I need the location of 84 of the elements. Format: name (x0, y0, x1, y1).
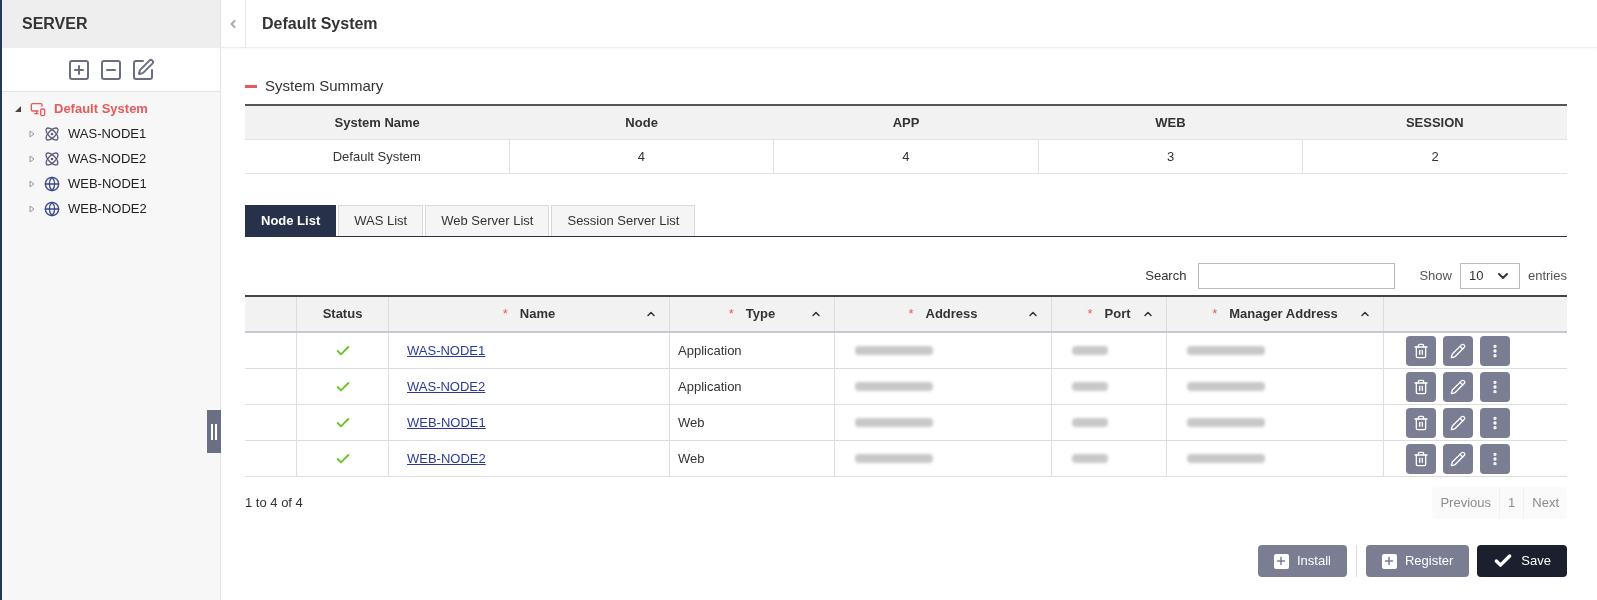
delete-button[interactable] (1406, 407, 1436, 438)
node-link[interactable]: WAS-NODE2 (407, 376, 486, 397)
more-button[interactable] (1480, 407, 1510, 438)
node-link[interactable]: WAS-NODE1 (407, 340, 486, 361)
delete-button[interactable] (1406, 335, 1436, 366)
more-button[interactable] (1480, 335, 1510, 366)
column-header[interactable]: * Port (1051, 297, 1166, 331)
required-asterisk: * (728, 305, 734, 324)
table-cell: Application (669, 333, 834, 368)
plus-icon (1381, 553, 1397, 569)
node-link[interactable]: WEB-NODE1 (407, 412, 486, 433)
column-header[interactable]: * Type (669, 297, 834, 331)
table-cell-text: Default System (331, 147, 422, 166)
table-cell: Application (669, 369, 834, 404)
table-cell: 2 (1302, 140, 1567, 173)
edit-button[interactable] (1443, 371, 1473, 402)
pencil-icon (1450, 342, 1466, 359)
edit-button[interactable] (1443, 407, 1473, 438)
save-button[interactable]: Save (1477, 545, 1567, 577)
pencil-icon (1450, 378, 1466, 395)
trash-icon (1413, 450, 1429, 467)
globe-icon (44, 175, 60, 192)
table-cell: 4 (508, 140, 774, 173)
column-header[interactable]: * Manager Address (1166, 297, 1383, 331)
blurred-text (1072, 346, 1108, 355)
pencil-icon (1450, 450, 1466, 467)
entries-label: entries (1527, 267, 1567, 286)
page-title: Default System (262, 13, 378, 34)
more-button[interactable] (1480, 371, 1510, 402)
blurred-text (1072, 382, 1108, 391)
table-cell: Web (669, 405, 834, 440)
tab[interactable]: WAS List (338, 205, 424, 236)
tab[interactable]: Node List (245, 205, 337, 236)
required-asterisk: * (908, 305, 914, 324)
remove-icon[interactable] (99, 57, 123, 82)
column-header: System Name (333, 113, 421, 132)
atom-icon (44, 150, 60, 167)
trash-icon (1413, 342, 1429, 359)
table-cell: Web (669, 441, 834, 476)
table-info: 1 to 4 of 4 (245, 494, 303, 513)
tree-item[interactable]: WAS-NODE2 (68, 148, 147, 169)
delete-button[interactable] (1406, 443, 1436, 474)
search-label: Search (1145, 267, 1187, 286)
required-asterisk: * (502, 305, 508, 324)
tab[interactable]: Web Server List (425, 205, 550, 236)
atom-icon (44, 125, 60, 142)
delete-button[interactable] (1406, 371, 1436, 402)
blurred-text (1072, 418, 1108, 427)
sidebar-title: SERVER (22, 14, 88, 34)
tree-item[interactable]: WEB-NODE1 (68, 173, 147, 194)
trash-icon (1413, 378, 1429, 395)
plus-icon (1273, 553, 1289, 569)
server-monitor-icon (30, 100, 46, 117)
column-header: Status (296, 297, 388, 331)
pencil-icon (1450, 414, 1466, 431)
trash-icon (1413, 414, 1429, 431)
tree-item[interactable]: WAS-NODE1 (68, 123, 147, 144)
node-link[interactable]: WEB-NODE2 (407, 448, 486, 469)
section-title: System Summary (265, 75, 384, 96)
show-label: Show (1419, 267, 1452, 286)
edit-button[interactable] (1443, 443, 1473, 474)
column-header: Node (624, 113, 659, 132)
table-cell: 4 (773, 140, 1038, 173)
add-icon[interactable] (67, 57, 91, 82)
column-header[interactable]: * Name (388, 297, 669, 331)
add-button[interactable]: Install (1257, 545, 1347, 577)
more-button[interactable] (1480, 443, 1510, 474)
required-asterisk: * (1087, 305, 1093, 324)
column-header: SESSION (1404, 113, 1465, 132)
tree-item[interactable]: WEB-NODE2 (68, 198, 147, 219)
edit-icon[interactable] (131, 57, 155, 82)
edit-button[interactable] (1443, 335, 1473, 366)
blurred-text (1072, 454, 1108, 463)
search-field[interactable] (1198, 263, 1396, 289)
page-size-select[interactable]: 10 (1459, 263, 1520, 289)
tab[interactable]: Session Server List (551, 205, 696, 236)
required-asterisk: * (1212, 305, 1218, 324)
column-header: WEB (1154, 113, 1187, 132)
resize-handle[interactable] (207, 410, 221, 453)
column-header: APP (891, 113, 921, 132)
column-header[interactable]: * Address (834, 297, 1051, 331)
globe-icon (44, 200, 60, 217)
add-button[interactable]: Register (1365, 545, 1470, 577)
table-cell: 3 (1037, 140, 1303, 173)
